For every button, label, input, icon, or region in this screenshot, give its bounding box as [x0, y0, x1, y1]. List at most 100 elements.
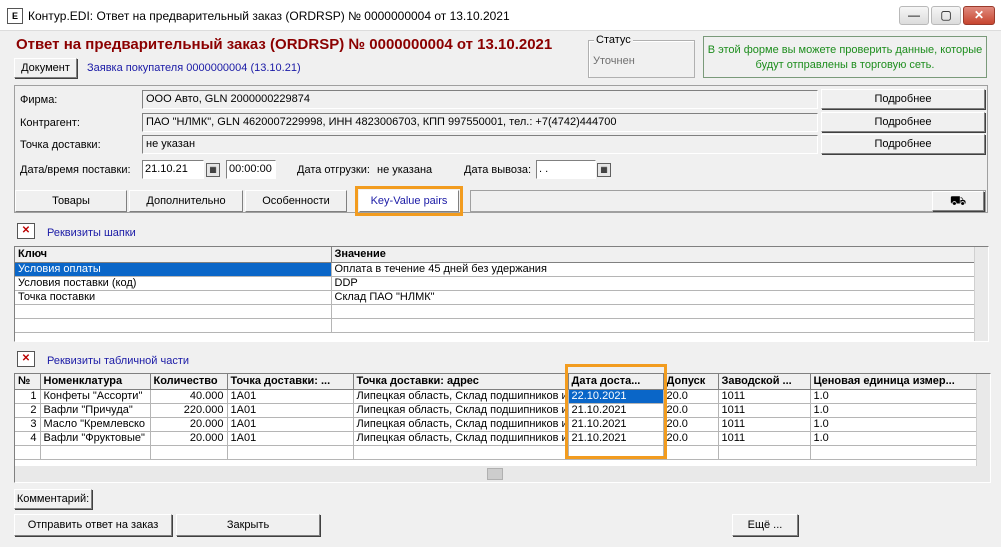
table-requisites-grid[interactable]: № Номенклатура Количество Точка доставки…: [14, 373, 991, 483]
info-message: В этой форме вы можете проверить данные,…: [703, 36, 987, 78]
table-cell[interactable]: 1.0: [810, 403, 978, 418]
column-header-key[interactable]: Ключ: [15, 247, 332, 263]
table-requisites-title: Реквизиты табличной части: [47, 355, 190, 367]
table-row[interactable]: 4 Вафли "Фруктовые" 20.000 1А01 Липецкая…: [15, 431, 978, 446]
table-cell[interactable]: 1А01: [227, 403, 354, 418]
table-cell[interactable]: Вафли "Фруктовые": [40, 431, 151, 446]
delivery-point-details-button[interactable]: Подробнее: [821, 134, 985, 154]
column-header-number[interactable]: №: [15, 374, 41, 390]
date-column-highlight: [565, 364, 667, 459]
horizontal-scrollbar[interactable]: [15, 466, 990, 482]
table-cell[interactable]: 20.0: [663, 403, 719, 418]
close-window-button[interactable]: ✕: [963, 6, 995, 25]
calendar-icon[interactable]: ▦: [597, 163, 611, 177]
header-requisites-title: Реквизиты шапки: [47, 227, 136, 239]
document-icon: E: [7, 8, 23, 24]
firm-details-button[interactable]: Подробнее: [821, 89, 985, 109]
delivery-date-input[interactable]: 21.10.21: [142, 160, 204, 179]
customer-order-link[interactable]: Заявка покупателя 0000000004 (13.10.21): [87, 62, 301, 74]
table-cell[interactable]: Условия оплаты: [15, 262, 332, 277]
column-header-delivery-address[interactable]: Точка доставки: адрес: [353, 374, 569, 390]
table-cell[interactable]: 1: [15, 389, 41, 404]
table-cell[interactable]: Липецкая область, Склад подшипников и: [353, 431, 569, 446]
contractor-details-button[interactable]: Подробнее: [821, 112, 985, 132]
table-cell[interactable]: 40.000: [150, 389, 228, 404]
table-row[interactable]: Условия поставки (код) DDP: [15, 276, 976, 291]
more-button[interactable]: Ещё ...: [732, 514, 798, 536]
table-cell[interactable]: Условия поставки (код): [15, 276, 332, 291]
table-cell[interactable]: Липецкая область, Склад подшипников и: [353, 417, 569, 432]
table-cell[interactable]: 1А01: [227, 431, 354, 446]
table-cell[interactable]: DDP: [331, 276, 976, 291]
table-cell[interactable]: Склад ПАО "НЛМК": [331, 290, 976, 305]
firm-field: ООО Авто, GLN 2000000229874: [142, 90, 818, 109]
table-cell[interactable]: 1.0: [810, 431, 978, 446]
pickup-date-input[interactable]: . .: [536, 160, 596, 179]
table-cell[interactable]: 20.0: [663, 417, 719, 432]
column-header-delivery-point[interactable]: Точка доставки: ...: [227, 374, 354, 390]
delivery-point-label: Точка доставки:: [20, 139, 101, 151]
header-requisites-grid[interactable]: Ключ Значение Условия оплаты Оплата в те…: [14, 246, 989, 342]
send-response-button[interactable]: Отправить ответ на заказ: [14, 514, 172, 536]
table-cell[interactable]: 1А01: [227, 389, 354, 404]
table-cell[interactable]: 20.000: [150, 417, 228, 432]
table-cell[interactable]: 1.0: [810, 417, 978, 432]
column-header-tolerance[interactable]: Допуск: [663, 374, 719, 390]
column-header-quantity[interactable]: Количество: [150, 374, 228, 390]
tab-additional[interactable]: Дополнительно: [129, 190, 243, 212]
table-cell[interactable]: 2: [15, 403, 41, 418]
truck-icon[interactable]: ⛟: [932, 191, 984, 211]
table-cell[interactable]: Масло "Кремлевско: [40, 417, 151, 432]
column-header-factory[interactable]: Заводской ...: [718, 374, 811, 390]
table-row[interactable]: 3 Масло "Кремлевско 20.000 1А01 Липецкая…: [15, 417, 978, 432]
table-cell[interactable]: 20.0: [663, 431, 719, 446]
page-title: Ответ на предварительный заказ (ORDRSP) …: [16, 36, 553, 53]
firm-label: Фирма:: [20, 94, 58, 106]
table-cell[interactable]: Оплата в течение 45 дней без удержания: [331, 262, 976, 277]
shipment-date-value: не указана: [377, 164, 433, 176]
table-cell[interactable]: 1011: [718, 431, 811, 446]
column-header-nomenclature[interactable]: Номенклатура: [40, 374, 151, 390]
table-row[interactable]: 2 Вафли "Причуда" 220.000 1А01 Липецкая …: [15, 403, 978, 418]
delivery-time-input[interactable]: 00:00:00: [226, 160, 276, 179]
table-row-empty: [15, 445, 978, 460]
comment-button[interactable]: Комментарий:: [14, 489, 92, 509]
vertical-scrollbar[interactable]: [974, 247, 988, 341]
table-cell[interactable]: Вафли "Причуда": [40, 403, 151, 418]
calendar-icon[interactable]: ▦: [206, 163, 220, 177]
table-cell[interactable]: 220.000: [150, 403, 228, 418]
status-legend: Статус: [594, 34, 633, 46]
document-button[interactable]: Документ: [14, 58, 77, 78]
table-cell[interactable]: 20.000: [150, 431, 228, 446]
column-header-value[interactable]: Значение: [331, 247, 976, 263]
table-edit-icon[interactable]: ✕: [17, 223, 35, 239]
scrollbar-thumb[interactable]: [487, 468, 503, 480]
table-edit-icon[interactable]: ✕: [17, 351, 35, 367]
vertical-scrollbar[interactable]: [976, 374, 990, 466]
title-bar: E Контур.EDI: Ответ на предварительный з…: [0, 0, 1001, 31]
maximize-button[interactable]: ▢: [931, 6, 961, 25]
table-cell[interactable]: 4: [15, 431, 41, 446]
table-cell[interactable]: 20.0: [663, 389, 719, 404]
table-cell[interactable]: 1011: [718, 389, 811, 404]
delivery-point-field: не указан: [142, 135, 818, 154]
table-row[interactable]: Условия оплаты Оплата в течение 45 дней …: [15, 262, 976, 277]
close-button[interactable]: Закрыть: [176, 514, 320, 536]
contractor-label: Контрагент:: [20, 117, 80, 129]
column-header-price-unit[interactable]: Ценовая единица измер...: [810, 374, 978, 390]
table-cell[interactable]: Липецкая область, Склад подшипников и: [353, 389, 569, 404]
table-cell[interactable]: 1011: [718, 403, 811, 418]
table-cell[interactable]: 1.0: [810, 389, 978, 404]
tab-goods[interactable]: Товары: [15, 190, 127, 212]
table-row[interactable]: 1 Конфеты "Ассорти" 40.000 1А01 Липецкая…: [15, 389, 978, 404]
table-row-empty: [15, 304, 976, 319]
table-row[interactable]: Точка поставки Склад ПАО "НЛМК": [15, 290, 976, 305]
table-cell[interactable]: Липецкая область, Склад подшипников и: [353, 403, 569, 418]
table-cell[interactable]: 1011: [718, 417, 811, 432]
table-cell[interactable]: Конфеты "Ассорти": [40, 389, 151, 404]
table-cell[interactable]: 1А01: [227, 417, 354, 432]
table-cell[interactable]: Точка поставки: [15, 290, 332, 305]
table-cell[interactable]: 3: [15, 417, 41, 432]
tab-features[interactable]: Особенности: [245, 190, 347, 212]
minimize-button[interactable]: —: [899, 6, 929, 25]
